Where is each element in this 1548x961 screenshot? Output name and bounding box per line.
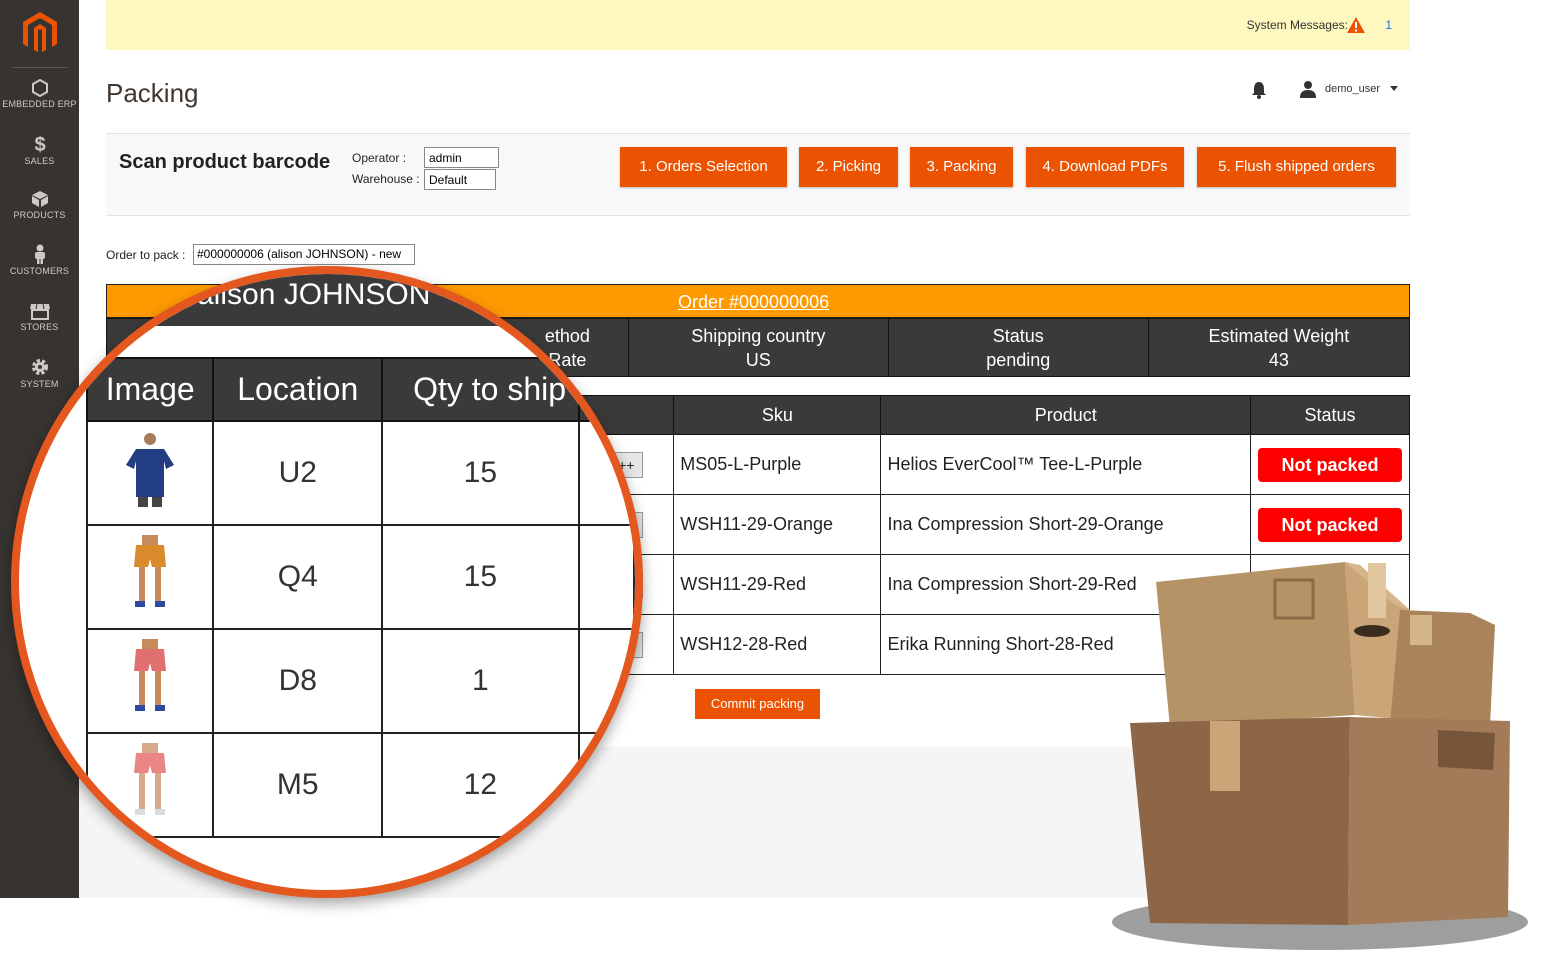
person-icon	[34, 244, 45, 264]
lens-customer-name: alison JOHNSON	[197, 278, 431, 311]
magento-logo-icon[interactable]	[20, 10, 60, 54]
lens-extra-cell	[577, 628, 635, 734]
lens-qty-header: Qty to ship	[381, 357, 580, 422]
sidebar-item-products[interactable]: PRODUCTS	[0, 190, 79, 220]
warehouse-field[interactable]	[424, 169, 496, 190]
table-row: M5 12	[85, 732, 635, 838]
magnifier-lens: alison JOHNSON Image Location Qty to shi…	[11, 266, 643, 898]
sidebar-item-customers[interactable]: CUSTOMERS	[0, 244, 79, 276]
lens-extra-cell	[577, 732, 635, 838]
status-value: pending	[986, 349, 1051, 370]
order-info-shipping-country: Shipping country US	[627, 318, 889, 377]
lens-qty-cell: 15	[381, 524, 580, 630]
order-link[interactable]: Order #000000006	[678, 292, 829, 313]
status-title: Status	[992, 325, 1044, 346]
picking-button[interactable]: 2. Picking	[799, 147, 898, 187]
weight-title: Estimated Weight	[1208, 325, 1350, 346]
lens-location-cell: Q4	[212, 524, 384, 630]
status-cell: Not packed	[1250, 434, 1410, 495]
sidebar-item-label: EMBEDDED ERP	[2, 99, 77, 109]
sku-cell: WSH11-29-Orange	[673, 494, 882, 555]
download-pdfs-button[interactable]: 4. Download PDFs	[1026, 147, 1184, 187]
lens-extra-cell	[577, 524, 635, 630]
lens-qty-cell: 15	[381, 420, 580, 526]
lens-extra-header	[577, 357, 635, 422]
scan-title: Scan product barcode	[119, 151, 331, 173]
sidebar-item-embedded-erp[interactable]: EMBEDDED ERP	[0, 79, 79, 109]
warehouse-label: Warehouse :	[352, 172, 420, 186]
sidebar-item-label: SALES	[24, 156, 55, 166]
table-row: D8 1	[85, 628, 635, 734]
sku-cell: MS05-L-Purple	[673, 434, 882, 495]
shorts-red-image-icon	[134, 639, 167, 711]
lens-image-cell	[85, 524, 215, 630]
order-info-status: Status pending	[887, 318, 1149, 377]
shipping-country-value: US	[745, 349, 771, 370]
sku-header: Sku	[673, 395, 882, 435]
not-packed-badge[interactable]: Not packed	[1258, 507, 1402, 542]
lens-qty-cell: 12	[381, 732, 580, 838]
lens-image-cell	[85, 732, 215, 838]
bell-icon[interactable]	[1251, 81, 1267, 99]
operator-label: Operator :	[352, 151, 407, 165]
weight-value: 43	[1268, 349, 1289, 370]
table-row: U2 15	[85, 420, 635, 526]
status-cell: Not packed	[1250, 494, 1410, 555]
packing-button[interactable]: 3. Packing	[910, 147, 1013, 187]
product-cell: Helios EverCool™ Tee-L-Purple	[880, 434, 1252, 495]
cardboard-boxes-illustration	[1112, 562, 1528, 950]
sku-cell: WSH12-28-Red	[673, 614, 882, 675]
shipping-country-title: Shipping country	[691, 325, 826, 346]
lens-items-table: Image Location Qty to ship U2 15 Q4 15 D…	[85, 357, 635, 838]
flush-shipped-orders-button[interactable]: 5. Flush shipped orders	[1197, 147, 1396, 187]
warning-icon[interactable]	[1346, 16, 1366, 34]
chevron-down-icon[interactable]	[1390, 86, 1398, 91]
order-to-pack-select[interactable]: #000000006 (alison JOHNSON) - new	[193, 244, 415, 265]
system-messages-count[interactable]: 1	[1385, 18, 1392, 32]
lens-image-header: Image	[85, 357, 215, 422]
running-shorts-image-icon	[134, 743, 167, 815]
hexagon-icon	[31, 79, 48, 97]
logo-divider	[12, 67, 67, 68]
sidebar-item-sales[interactable]: $ SALES	[0, 134, 79, 166]
dollar-icon: $	[34, 134, 45, 154]
not-packed-badge[interactable]: Not packed	[1258, 447, 1402, 482]
system-messages-label: System Messages:	[1246, 18, 1348, 32]
order-to-pack-label: Order to pack :	[106, 248, 186, 262]
lens-qty-cell: 1	[381, 628, 580, 734]
user-name[interactable]: demo_user	[1325, 83, 1380, 95]
table-row: Q4 15	[85, 524, 635, 630]
operator-field[interactable]	[424, 147, 499, 168]
lens-image-cell	[85, 628, 215, 734]
orders-selection-button[interactable]: 1. Orders Selection	[620, 147, 787, 187]
order-info-weight: Estimated Weight 43	[1147, 318, 1411, 377]
product-header: Product	[880, 395, 1252, 435]
lens-location-header: Location	[212, 357, 384, 422]
lens-location-cell: M5	[212, 732, 384, 838]
system-messages-bar: System Messages: 1	[106, 0, 1410, 50]
svg-text:$: $	[34, 134, 45, 154]
lens-image-cell	[85, 420, 215, 526]
shorts-orange-image-icon	[134, 535, 167, 607]
lens-extra-cell	[577, 420, 635, 526]
user-icon[interactable]	[1299, 80, 1317, 98]
lens-location-cell: U2	[212, 420, 384, 526]
tshirt-image-icon	[126, 433, 175, 507]
box-icon	[31, 191, 48, 207]
product-cell: Ina Compression Short-29-Orange	[880, 494, 1252, 555]
status-header: Status	[1250, 395, 1410, 435]
lens-location-cell: D8	[212, 628, 384, 734]
sidebar-item-label: PRODUCTS	[13, 210, 66, 220]
page-title: Packing	[106, 78, 199, 108]
commit-packing-button[interactable]: Commit packing	[695, 689, 820, 719]
sku-cell: WSH11-29-Red	[673, 554, 882, 615]
